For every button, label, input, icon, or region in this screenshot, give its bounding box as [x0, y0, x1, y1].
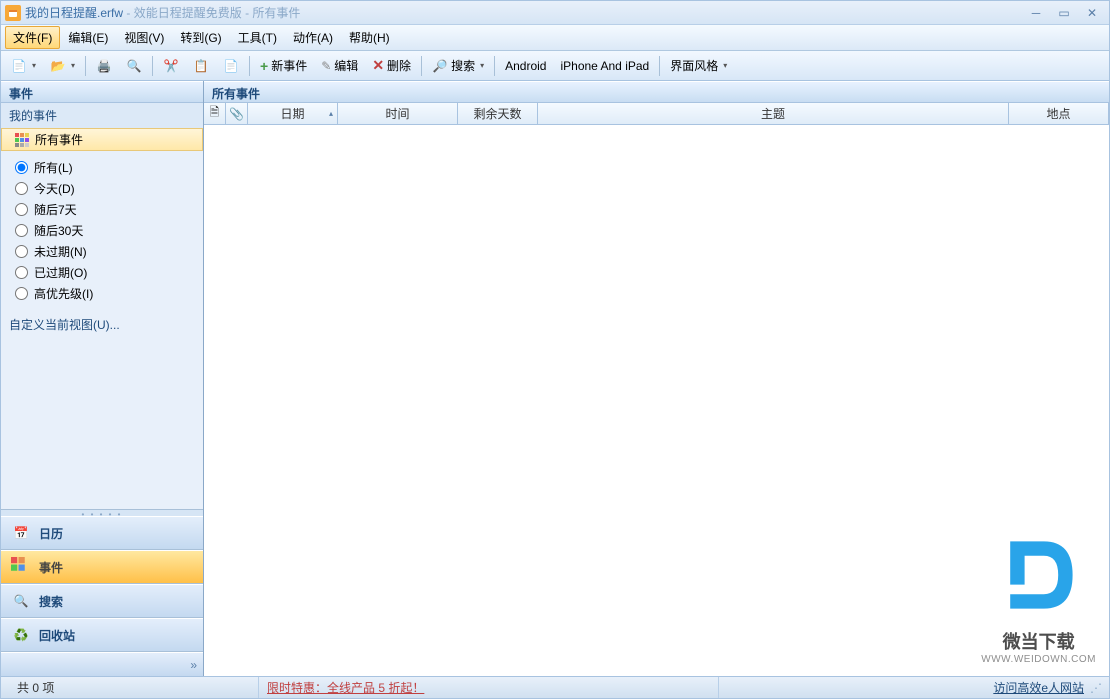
filter-next30[interactable]: 随后30天 — [15, 220, 203, 241]
sidebar-item-all-events[interactable]: 所有事件 — [1, 128, 203, 151]
paste-icon: 📄 — [223, 58, 239, 74]
print-preview-button[interactable]: 🔍 — [120, 54, 148, 78]
minimize-button[interactable]: ─ — [1023, 5, 1049, 21]
resize-grip[interactable]: ⋰ — [1090, 681, 1101, 695]
nav-events[interactable]: 事件 — [1, 550, 203, 584]
menu-goto[interactable]: 转到(G) — [172, 26, 229, 49]
separator — [494, 56, 495, 76]
main-panel: 所有事件 🗎 📎 日期▴ 时间 剩余天数 主题 地点 — [204, 81, 1109, 676]
filter-not-expired[interactable]: 未过期(N) — [15, 241, 203, 262]
statusbar: 共 0 项 限时特惠：全线产品 5 折起！ 访问高效e人网站 ⋰ — [1, 676, 1109, 698]
all-events-label: 所有事件 — [35, 131, 83, 148]
separator — [85, 56, 86, 76]
print-preview-icon: 🔍 — [126, 58, 142, 74]
open-button[interactable]: 📂▾ — [44, 54, 81, 78]
my-events-label[interactable]: 我的事件 — [1, 103, 203, 128]
col-date[interactable]: 日期▴ — [248, 103, 338, 124]
sort-asc-icon: ▴ — [329, 109, 333, 118]
col-attach[interactable]: 📎 — [226, 103, 248, 124]
copy-icon: 📋 — [193, 58, 209, 74]
filter-list: 所有(L) 今天(D) 随后7天 随后30天 未过期(N) 已过期(O) 高优先… — [1, 151, 203, 310]
menubar: 文件(F) 编辑(E) 视图(V) 转到(G) 工具(T) 动作(A) 帮助(H… — [1, 25, 1109, 51]
main-header: 所有事件 — [204, 81, 1109, 103]
maximize-button[interactable]: ▭ — [1051, 5, 1077, 21]
attachment-icon: 📎 — [229, 107, 244, 121]
menu-help[interactable]: 帮助(H) — [341, 26, 398, 49]
app-icon — [5, 5, 21, 21]
separator — [152, 56, 153, 76]
close-button[interactable]: ✕ — [1079, 5, 1105, 21]
status-website-link[interactable]: 访问高效e人网站 — [993, 679, 1084, 696]
separator — [421, 56, 422, 76]
style-button[interactable]: 界面风格▾ — [664, 54, 733, 78]
page-icon: 🗎 — [210, 103, 220, 124]
grid-header: 🗎 📎 日期▴ 时间 剩余天数 主题 地点 — [204, 103, 1109, 125]
chevron-icon[interactable]: » — [190, 658, 197, 672]
nav-calendar[interactable]: 📅 日历 — [1, 516, 203, 550]
filter-all[interactable]: 所有(L) — [15, 157, 203, 178]
filter-next7[interactable]: 随后7天 — [15, 199, 203, 220]
separator — [659, 56, 660, 76]
filter-high-priority[interactable]: 高优先级(I) — [15, 283, 203, 304]
main-window: 我的日程提醒.erfw - 效能日程提醒免费版 - 所有事件 ─ ▭ ✕ 文件(… — [0, 0, 1110, 699]
search-icon: 🔎 — [432, 58, 448, 74]
delete-button[interactable]: ✕删除 — [366, 54, 417, 78]
iphone-button[interactable]: iPhone And iPad — [554, 54, 655, 78]
col-time[interactable]: 时间 — [338, 103, 458, 124]
print-button[interactable]: 🖨️ — [90, 54, 118, 78]
grid-body[interactable] — [204, 125, 1109, 676]
copy-button[interactable]: 📋 — [187, 54, 215, 78]
folder-open-icon: 📂 — [50, 58, 66, 74]
col-days-left[interactable]: 剩余天数 — [458, 103, 538, 124]
status-promo-link[interactable]: 限时特惠：全线产品 5 折起！ — [259, 677, 719, 698]
nav-search[interactable]: 🔍 搜索 — [1, 584, 203, 618]
status-count: 共 0 项 — [9, 677, 259, 698]
calendar-icon: 📅 — [11, 523, 31, 543]
col-icon[interactable]: 🗎 — [204, 103, 226, 124]
pencil-icon: ✎ — [321, 59, 331, 73]
page-icon: 📄 — [11, 58, 27, 74]
plus-icon: + — [260, 58, 268, 74]
menu-edit[interactable]: 编辑(E) — [60, 26, 116, 49]
cut-button[interactable]: ✂️ — [157, 54, 185, 78]
window-title: 我的日程提醒.erfw - 效能日程提醒免费版 - 所有事件 — [25, 4, 300, 21]
recycle-icon: ♻️ — [11, 625, 31, 645]
titlebar: 我的日程提醒.erfw - 效能日程提醒免费版 - 所有事件 ─ ▭ ✕ — [1, 1, 1109, 25]
col-subject[interactable]: 主题 — [538, 103, 1009, 124]
toolbar: 📄▾ 📂▾ 🖨️ 🔍 ✂️ 📋 📄 +新事件 ✎编辑 ✕删除 🔎搜索▾ Andr… — [1, 51, 1109, 81]
paste-button[interactable]: 📄 — [217, 54, 245, 78]
magnifier-icon: 🔍 — [11, 591, 31, 611]
filter-expired[interactable]: 已过期(O) — [15, 262, 203, 283]
android-button[interactable]: Android — [499, 54, 552, 78]
menu-view[interactable]: 视图(V) — [116, 26, 172, 49]
search-button[interactable]: 🔎搜索▾ — [426, 54, 490, 78]
menu-file[interactable]: 文件(F) — [5, 26, 60, 49]
separator — [249, 56, 250, 76]
sidebar: 事件 我的事件 所有事件 所有(L) 今天(D) 随后7天 随后30天 未过期(… — [1, 81, 204, 676]
menu-tools[interactable]: 工具(T) — [230, 26, 285, 49]
col-location[interactable]: 地点 — [1009, 103, 1109, 124]
new-file-button[interactable]: 📄▾ — [5, 54, 42, 78]
customize-view-link[interactable]: 自定义当前视图(U)... — [1, 310, 203, 339]
menu-action[interactable]: 动作(A) — [285, 26, 341, 49]
sidebar-header: 事件 — [1, 81, 203, 103]
events-icon — [11, 557, 31, 577]
nav-recycle[interactable]: ♻️ 回收站 — [1, 618, 203, 652]
filter-today[interactable]: 今天(D) — [15, 178, 203, 199]
new-event-button[interactable]: +新事件 — [254, 54, 313, 78]
delete-icon: ✕ — [372, 57, 384, 74]
nav-footer: » — [1, 652, 203, 676]
edit-button[interactable]: ✎编辑 — [315, 54, 364, 78]
grid-icon — [15, 133, 29, 147]
scissors-icon: ✂️ — [163, 58, 179, 74]
sidebar-spacer — [1, 339, 203, 510]
printer-icon: 🖨️ — [96, 58, 112, 74]
